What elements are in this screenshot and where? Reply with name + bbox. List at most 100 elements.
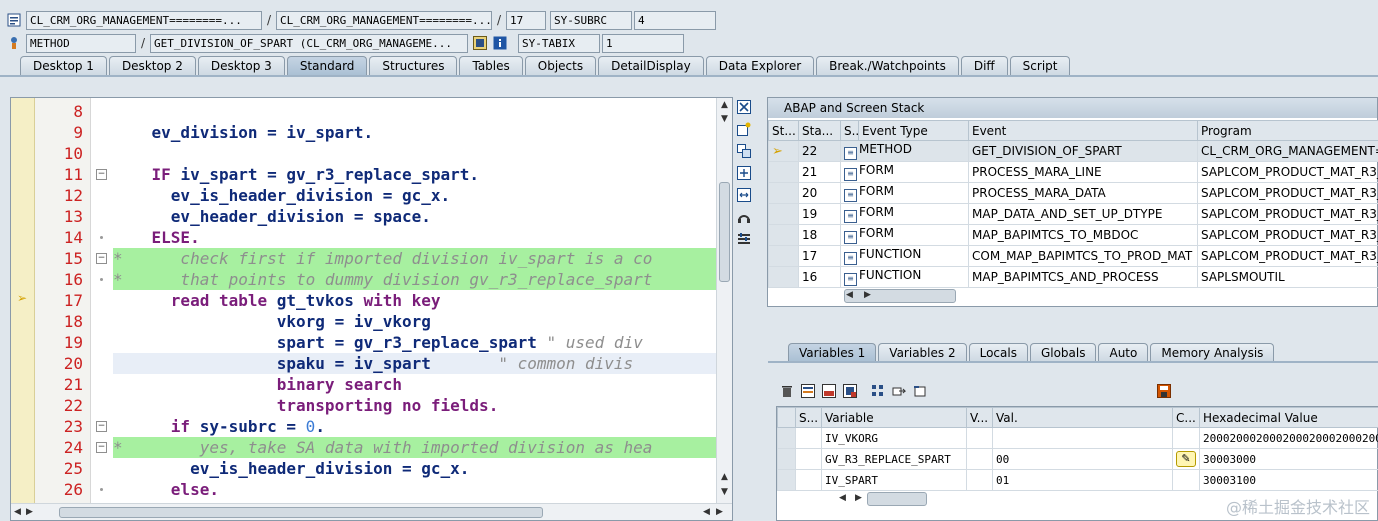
tab-locals[interactable]: Locals [968, 343, 1028, 362]
program-name[interactable]: SAPLSMOUTIL [1197, 266, 1378, 288]
info-icon[interactable] [492, 35, 508, 51]
tab-desktop-1[interactable]: Desktop 1 [20, 56, 107, 76]
save-layout-icon[interactable] [841, 384, 859, 402]
variable-value[interactable] [992, 427, 1173, 449]
close-icon[interactable] [736, 100, 752, 116]
column-header[interactable]: Sta... [798, 120, 841, 141]
tab-globals[interactable]: Globals [1029, 343, 1097, 362]
column-header[interactable]: Event [968, 120, 1198, 141]
table-row[interactable]: GV_R3_REPLACE_SPART 00 ✎ 30003000 [777, 448, 1378, 470]
column-header[interactable]: Hexadecimal Value [1199, 407, 1378, 428]
event-name[interactable]: GET_DIVISION_OF_SPART [968, 140, 1198, 162]
table-row[interactable]: ➢ 22 ≡ METHOD GET_DIVISION_OF_SPART CL_CR… [768, 140, 1378, 162]
variable-value[interactable]: 00 [992, 448, 1173, 470]
column-header[interactable]: V... [966, 407, 993, 428]
column-header[interactable]: Val. [992, 407, 1173, 428]
program-name[interactable]: SAPLCOM_PRODUCT_MAT_R3_A [1197, 224, 1378, 246]
navigate-icon[interactable] [890, 384, 908, 402]
variable-value[interactable]: 01 [992, 469, 1173, 491]
table-row[interactable]: IV_VKORG 2000200020002000200020002000200… [777, 427, 1378, 449]
table-row[interactable]: IV_SPART 01 30003100 [777, 469, 1378, 491]
scroll-up-icon[interactable]: ▼ [721, 114, 728, 124]
replace-tool-icon[interactable] [736, 144, 752, 160]
scroll-right-icon[interactable]: ▶ [716, 507, 723, 517]
insert-row-icon[interactable] [799, 384, 817, 402]
code-area[interactable]: ev_division = iv_spart. IF iv_spart = gv… [113, 98, 716, 503]
swap-icon[interactable] [736, 188, 752, 204]
tab-objects[interactable]: Objects [524, 56, 597, 76]
sysvar-value-field[interactable]: 4 [634, 10, 716, 30]
event-name[interactable]: MAP_DATA_AND_SET_UP_DTYPE [968, 203, 1198, 225]
tab-desktop-2[interactable]: Desktop 2 [108, 56, 196, 76]
scroll-thumb[interactable] [719, 182, 730, 282]
event-type-field[interactable]: METHOD [26, 33, 136, 53]
navigate-icon[interactable] [472, 35, 488, 51]
program-name[interactable]: SAPLCOM_PRODUCT_MAT_R3_A [1197, 245, 1378, 267]
event-name[interactable]: COM_MAP_BAPIMTCS_TO_PROD_MAT [968, 245, 1198, 267]
table-row[interactable]: 16 ≡ FUNCTION MAP_BAPIMTCS_AND_PROCESS SA… [768, 266, 1378, 288]
scroll-left-icon[interactable]: ◀ [846, 290, 853, 300]
edit-pencil-icon[interactable]: ✎ [1176, 451, 1196, 467]
breakpoint-gutter[interactable]: ➢ [11, 98, 35, 503]
include-program-field[interactable]: CL_CRM_ORG_MANAGEMENT========... [276, 10, 492, 30]
services-icon[interactable] [736, 210, 752, 226]
event-name[interactable]: MAP_BAPIMTCS_AND_PROCESS [968, 266, 1198, 288]
fold-toggle-icon[interactable]: − [96, 253, 107, 264]
program-name[interactable]: SAPLCOM_PRODUCT_MAT_R3_A [1197, 203, 1378, 225]
main-program-field[interactable]: CL_CRM_ORG_MANAGEMENT========... [26, 10, 262, 30]
program-name[interactable]: SAPLCOM_PRODUCT_MAT_R3_A [1197, 182, 1378, 204]
tab-auto[interactable]: Auto [1098, 343, 1149, 362]
variable-name[interactable]: IV_VKORG [821, 427, 967, 449]
tab-script[interactable]: Script [1009, 56, 1071, 76]
scroll-right-icon[interactable]: ▶ [864, 290, 871, 300]
tab-variables-1[interactable]: Variables 1 [788, 343, 877, 362]
scroll-right-icon[interactable]: ▶ [855, 493, 862, 503]
fold-toggle-icon[interactable]: − [96, 169, 107, 180]
tab-variables-2[interactable]: Variables 2 [878, 343, 967, 362]
event-name[interactable]: PROCESS_MARA_LINE [968, 161, 1198, 183]
row-selector[interactable] [777, 469, 796, 491]
variable-name[interactable]: GV_R3_REPLACE_SPART [821, 448, 967, 470]
row-selector[interactable] [777, 448, 796, 470]
load-icon[interactable] [820, 384, 838, 402]
variable-hex[interactable]: 20002000200020002000200020002000... [1199, 427, 1378, 449]
scroll-left-icon[interactable]: ◀ [14, 507, 21, 517]
scroll-left-icon[interactable]: ◀ [839, 493, 846, 503]
tab-diff[interactable]: Diff [960, 56, 1008, 76]
table-row[interactable]: 19 ≡ FORM MAP_DATA_AND_SET_UP_DTYPE SAPLC… [768, 203, 1378, 225]
column-header[interactable]: Event Type [858, 120, 969, 141]
column-header[interactable]: C... [1172, 407, 1200, 428]
column-header[interactable]: S... [795, 407, 822, 428]
save-icon[interactable] [1155, 384, 1173, 402]
tab-data-explorer[interactable]: Data Explorer [705, 56, 815, 76]
column-header[interactable]: Variable [821, 407, 967, 428]
scroll-down-icon[interactable]: ▲ [721, 472, 728, 482]
tree-icon[interactable] [869, 384, 887, 402]
line-number-field[interactable]: 17 [506, 10, 546, 30]
variable-hex[interactable]: 30003100 [1199, 469, 1378, 491]
column-header[interactable]: S... [840, 120, 859, 141]
vertical-scrollbar[interactable]: ▲ ▼ ▲ ▼ [716, 98, 732, 503]
new-tool-icon[interactable] [736, 122, 752, 138]
scroll-left-icon[interactable]: ◀ [703, 507, 710, 517]
program-name[interactable]: CL_CRM_ORG_MANAGEMENT== [1197, 140, 1378, 162]
row-selector[interactable] [777, 427, 796, 449]
table-row[interactable]: 21 ≡ FORM PROCESS_MARA_LINE SAPLCOM_PRODU… [768, 161, 1378, 183]
source-code-editor[interactable]: ➢ 8 9 10 11 12 13 14 15 16 17 18 19 20 2… [10, 97, 733, 521]
program-name[interactable]: SAPLCOM_PRODUCT_MAT_R3_A [1197, 161, 1378, 183]
tab-breakpoints[interactable]: Break./Watchpoints [816, 56, 959, 76]
tab-standard[interactable]: Standard [286, 56, 368, 76]
stack-hscroll-thumb[interactable] [844, 289, 956, 303]
scroll-down-icon[interactable]: ▼ [721, 487, 728, 497]
sysvar-value-field[interactable]: 1 [602, 33, 684, 53]
scroll-thumb[interactable] [59, 507, 543, 518]
table-row[interactable]: 20 ≡ FORM PROCESS_MARA_DATA SAPLCOM_PRODU… [768, 182, 1378, 204]
variable-name[interactable]: IV_SPART [821, 469, 967, 491]
maximize-icon[interactable] [736, 166, 752, 182]
fold-toggle-icon[interactable]: − [96, 421, 107, 432]
settings-icon[interactable] [736, 232, 752, 248]
column-header[interactable]: St... [768, 120, 799, 141]
event-name[interactable]: PROCESS_MARA_DATA [968, 182, 1198, 204]
tab-tables[interactable]: Tables [459, 56, 523, 76]
tab-structures[interactable]: Structures [369, 56, 458, 76]
